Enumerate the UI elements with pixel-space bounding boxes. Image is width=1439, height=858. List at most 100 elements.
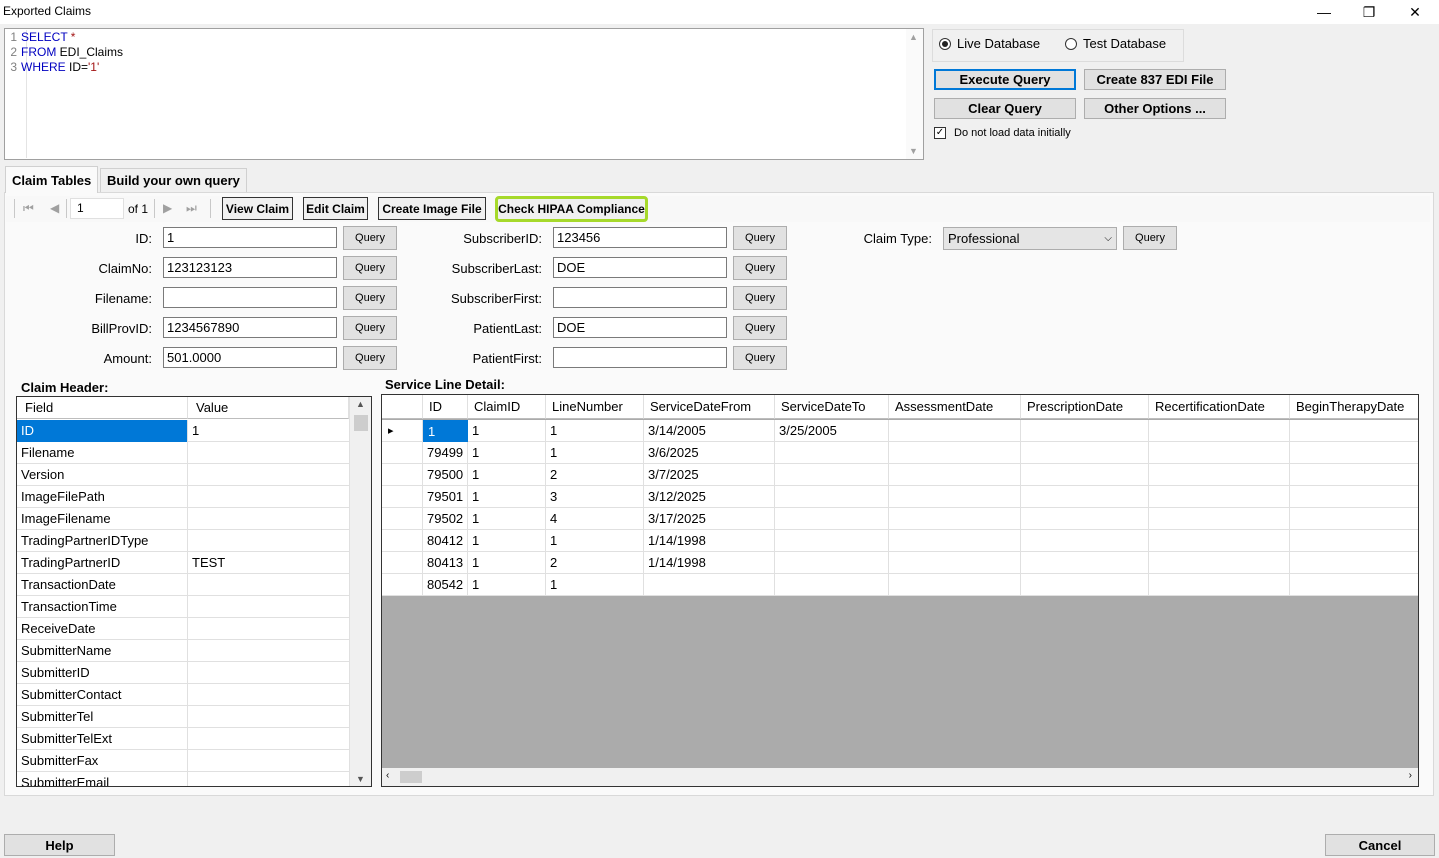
cell-linenumber[interactable]: 2 bbox=[546, 552, 644, 574]
cell-servicedateto[interactable] bbox=[775, 574, 889, 596]
cell-servicedateto[interactable] bbox=[775, 508, 889, 530]
cell-linenumber[interactable]: 4 bbox=[546, 508, 644, 530]
cell-linenumber[interactable]: 1 bbox=[546, 574, 644, 596]
table-row[interactable]: SubmitterTel bbox=[17, 706, 349, 728]
column-header-field[interactable]: Field bbox=[17, 397, 188, 419]
cell-prescriptiondate[interactable] bbox=[1021, 486, 1149, 508]
other-options-button[interactable]: Other Options ... bbox=[1084, 98, 1226, 119]
current-row-icon[interactable]: ▸ bbox=[382, 420, 423, 442]
value-cell[interactable] bbox=[188, 772, 349, 786]
cell-begintherapydate[interactable] bbox=[1290, 420, 1418, 442]
table-row[interactable]: 80412 1 1 1/14/1998 bbox=[382, 530, 1418, 552]
column-header-id[interactable]: ID bbox=[423, 395, 468, 419]
cell-servicedateto[interactable] bbox=[775, 464, 889, 486]
subscriberlast-input[interactable]: DOE bbox=[553, 257, 727, 278]
first-record-icon[interactable]: ⏮ bbox=[23, 201, 34, 216]
table-row[interactable]: TransactionTime bbox=[17, 596, 349, 618]
table-row[interactable]: ID 1 bbox=[17, 420, 349, 442]
table-row[interactable]: TransactionDate bbox=[17, 574, 349, 596]
row-selector[interactable] bbox=[382, 552, 423, 574]
cell-assessmentdate[interactable] bbox=[889, 508, 1021, 530]
cell-servicedatefrom[interactable]: 3/17/2025 bbox=[644, 508, 775, 530]
cell-assessmentdate[interactable] bbox=[889, 420, 1021, 442]
table-row[interactable]: 79502 1 4 3/17/2025 bbox=[382, 508, 1418, 530]
create-837-edi-button[interactable]: Create 837 EDI File bbox=[1084, 69, 1226, 90]
field-cell[interactable]: SubmitterEmail bbox=[17, 772, 188, 786]
value-cell[interactable] bbox=[188, 574, 349, 596]
table-row[interactable]: Version bbox=[17, 464, 349, 486]
table-row[interactable]: 80542 1 1 bbox=[382, 574, 1418, 596]
column-header-prescriptiondate[interactable]: PrescriptionDate bbox=[1021, 395, 1149, 419]
cell-linenumber[interactable]: 1 bbox=[546, 420, 644, 442]
test-database-radio[interactable]: Test Database bbox=[1065, 36, 1166, 51]
field-cell[interactable]: ID bbox=[17, 420, 188, 442]
claimno-query-button[interactable]: Query bbox=[343, 256, 397, 280]
cell-claimid[interactable]: 1 bbox=[468, 464, 546, 486]
billprovid-query-button[interactable]: Query bbox=[343, 316, 397, 340]
field-cell[interactable]: SubmitterContact bbox=[17, 684, 188, 706]
cell-id[interactable]: 1 bbox=[423, 420, 468, 442]
cell-assessmentdate[interactable] bbox=[889, 574, 1021, 596]
cell-assessmentdate[interactable] bbox=[889, 552, 1021, 574]
field-cell[interactable]: Version bbox=[17, 464, 188, 486]
cell-servicedateto[interactable] bbox=[775, 552, 889, 574]
cell-servicedatefrom[interactable]: 3/6/2025 bbox=[644, 442, 775, 464]
value-cell[interactable]: 1 bbox=[188, 420, 349, 442]
cell-claimid[interactable]: 1 bbox=[468, 420, 546, 442]
column-header-begintherapydate[interactable]: BeginTherapyDate bbox=[1290, 395, 1418, 419]
filename-query-button[interactable]: Query bbox=[343, 286, 397, 310]
row-selector[interactable] bbox=[382, 442, 423, 464]
cell-assessmentdate[interactable] bbox=[889, 442, 1021, 464]
value-cell[interactable] bbox=[188, 750, 349, 772]
cell-id[interactable]: 80413 bbox=[423, 552, 468, 574]
cell-servicedateto[interactable]: 3/25/2005 bbox=[775, 420, 889, 442]
last-record-icon[interactable]: ⏭ bbox=[186, 201, 197, 216]
table-row[interactable]: SubmitterEmail bbox=[17, 772, 349, 786]
cell-recertificationdate[interactable] bbox=[1149, 508, 1290, 530]
table-row[interactable]: Filename bbox=[17, 442, 349, 464]
cell-recertificationdate[interactable] bbox=[1149, 442, 1290, 464]
cell-linenumber[interactable]: 3 bbox=[546, 486, 644, 508]
cell-prescriptiondate[interactable] bbox=[1021, 574, 1149, 596]
tab-build-query[interactable]: Build your own query bbox=[100, 168, 247, 192]
cell-id[interactable]: 80542 bbox=[423, 574, 468, 596]
claim-type-select[interactable]: Professional ⌵ bbox=[943, 227, 1117, 250]
cell-claimid[interactable]: 1 bbox=[468, 530, 546, 552]
table-row[interactable]: TradingPartnerIDType bbox=[17, 530, 349, 552]
cell-begintherapydate[interactable] bbox=[1290, 442, 1418, 464]
cancel-button[interactable]: Cancel bbox=[1325, 834, 1435, 856]
billprovid-input[interactable]: 1234567890 bbox=[163, 317, 337, 338]
column-header-linenumber[interactable]: LineNumber bbox=[546, 395, 644, 419]
live-database-radio[interactable]: Live Database bbox=[939, 36, 1040, 51]
table-row[interactable]: SubmitterTelExt bbox=[17, 728, 349, 750]
patientfirst-input[interactable] bbox=[553, 347, 727, 368]
table-row[interactable]: TradingPartnerID TEST bbox=[17, 552, 349, 574]
cell-id[interactable]: 79502 bbox=[423, 508, 468, 530]
value-cell[interactable] bbox=[188, 596, 349, 618]
column-header-value[interactable]: Value bbox=[188, 397, 349, 419]
cell-prescriptiondate[interactable] bbox=[1021, 420, 1149, 442]
cell-servicedatefrom[interactable]: 3/12/2025 bbox=[644, 486, 775, 508]
value-cell[interactable] bbox=[188, 442, 349, 464]
table-row[interactable]: 80413 1 2 1/14/1998 bbox=[382, 552, 1418, 574]
cell-assessmentdate[interactable] bbox=[889, 530, 1021, 552]
cell-recertificationdate[interactable] bbox=[1149, 552, 1290, 574]
subscriberid-input[interactable]: 123456 bbox=[553, 227, 727, 248]
table-row[interactable]: 79500 1 2 3/7/2025 bbox=[382, 464, 1418, 486]
column-header-recertificationdate[interactable]: RecertificationDate bbox=[1149, 395, 1290, 419]
filename-input[interactable] bbox=[163, 287, 337, 308]
value-cell[interactable] bbox=[188, 706, 349, 728]
field-cell[interactable]: SubmitterName bbox=[17, 640, 188, 662]
table-row[interactable]: SubmitterName bbox=[17, 640, 349, 662]
scroll-down-icon[interactable]: ▼ bbox=[356, 774, 365, 784]
restore-button[interactable]: ❐ bbox=[1346, 0, 1392, 24]
cell-id[interactable]: 79499 bbox=[423, 442, 468, 464]
prev-record-icon[interactable]: ◀ bbox=[50, 201, 59, 215]
cell-recertificationdate[interactable] bbox=[1149, 530, 1290, 552]
table-row[interactable]: SubmitterContact bbox=[17, 684, 349, 706]
scroll-thumb[interactable] bbox=[400, 771, 422, 783]
cell-recertificationdate[interactable] bbox=[1149, 486, 1290, 508]
value-cell[interactable] bbox=[188, 640, 349, 662]
cell-claimid[interactable]: 1 bbox=[468, 442, 546, 464]
record-position-input[interactable]: 1 bbox=[70, 198, 124, 219]
